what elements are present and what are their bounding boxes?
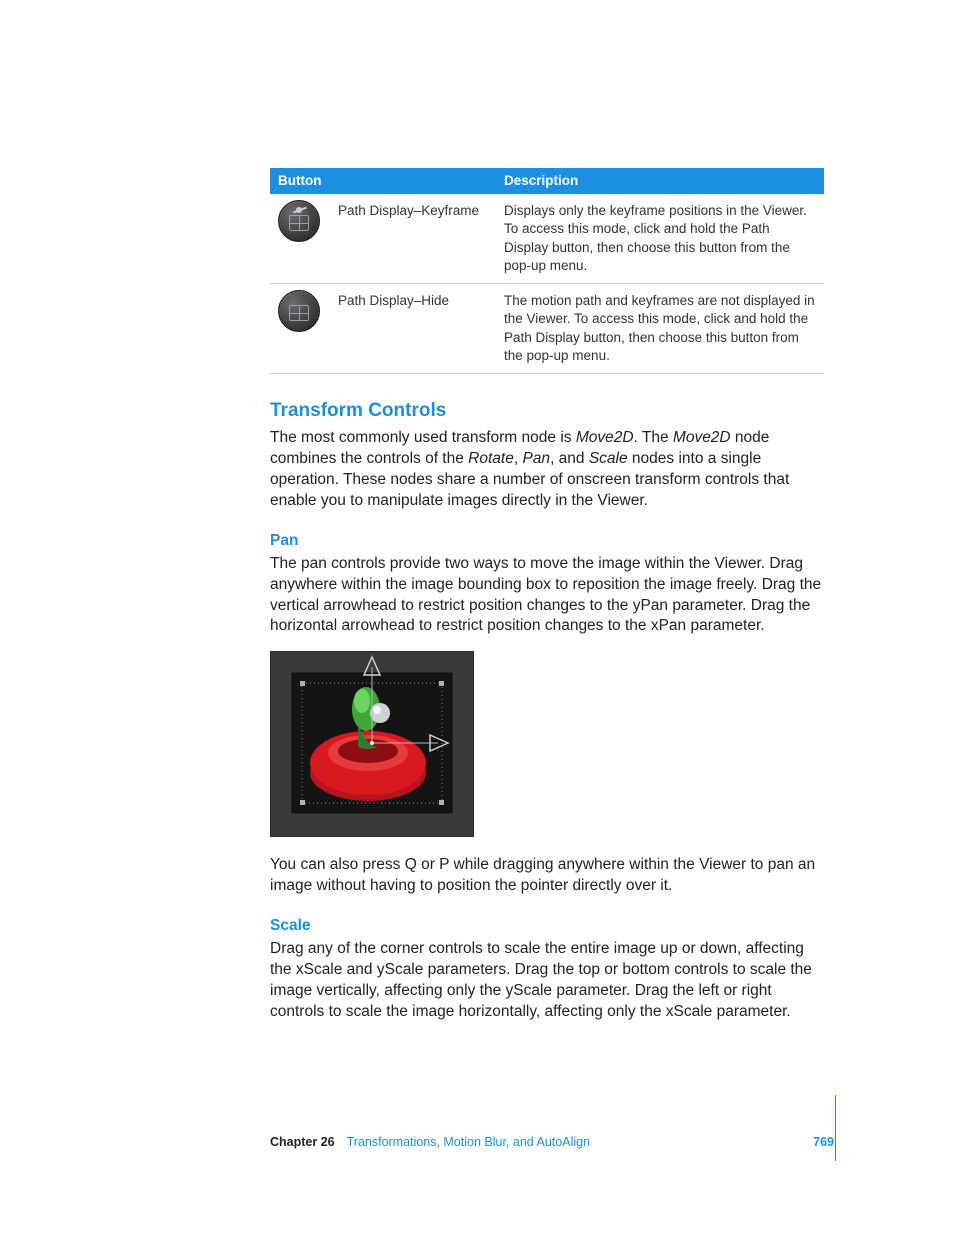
table-header-button: Button (270, 168, 496, 194)
path-display-keyframe-icon (278, 200, 320, 242)
chapter-number: Chapter 26 (270, 1135, 335, 1149)
paragraph-transform-intro: The most commonly used transform node is… (270, 428, 824, 512)
text: , and (550, 450, 589, 467)
italic-term: Scale (589, 450, 628, 467)
table-row: Path Display–Keyframe Displays only the … (270, 194, 824, 283)
italic-term: Move2D (673, 429, 731, 446)
button-icon-cell (270, 194, 330, 283)
path-display-hide-icon (278, 290, 320, 332)
text: . The (634, 429, 673, 446)
table-header-description: Description (496, 168, 824, 194)
button-description: Displays only the keyframe positions in … (496, 194, 824, 283)
paragraph-scale: Drag any of the corner controls to scale… (270, 939, 824, 1023)
button-name: Path Display–Hide (330, 284, 496, 374)
button-description: The motion path and keyframes are not di… (496, 284, 824, 374)
italic-term: Rotate (468, 450, 514, 467)
button-description-table: Button Description Path Display–Keyframe… (270, 168, 824, 374)
footer-vertical-rule (835, 1095, 836, 1161)
heading-pan: Pan (270, 532, 824, 550)
italic-term: Move2D (576, 429, 634, 446)
page-footer: Chapter 26 Transformations, Motion Blur,… (270, 1135, 834, 1149)
page-number: 769 (813, 1135, 834, 1149)
text: The most commonly used transform node is (270, 429, 576, 446)
button-name: Path Display–Keyframe (330, 194, 496, 283)
button-icon-cell (270, 284, 330, 374)
heading-transform-controls: Transform Controls (270, 400, 824, 422)
table-row: Path Display–Hide The motion path and ke… (270, 284, 824, 374)
paragraph-pan: The pan controls provide two ways to mov… (270, 554, 824, 638)
heading-scale: Scale (270, 917, 824, 935)
paragraph-pan-shortcut: You can also press Q or P while dragging… (270, 855, 824, 897)
pan-controls-illustration (270, 651, 474, 837)
page-container: Button Description Path Display–Keyframe… (0, 0, 954, 1235)
chapter-title: Transformations, Motion Blur, and AutoAl… (347, 1135, 590, 1149)
italic-term: Pan (522, 450, 550, 467)
